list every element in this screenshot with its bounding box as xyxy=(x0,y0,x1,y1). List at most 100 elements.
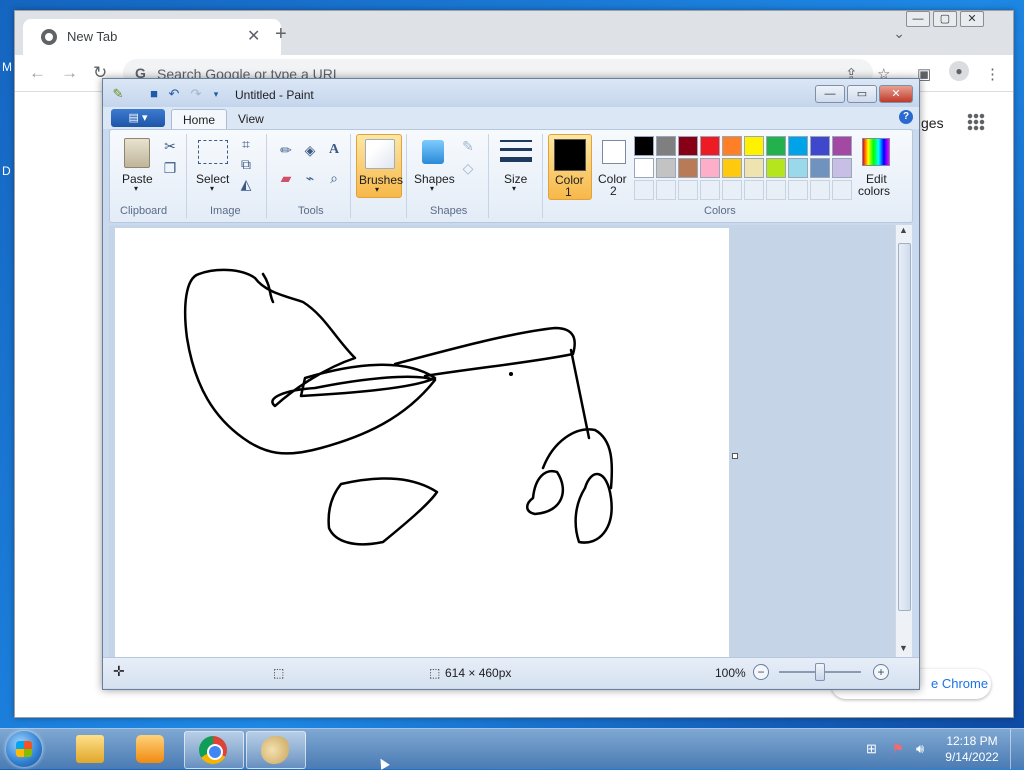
menu-dots-icon[interactable]: ⋮ xyxy=(985,65,1000,83)
paint-app-icon[interactable]: ✎ xyxy=(111,87,125,101)
magnifier-icon[interactable]: ⌕ xyxy=(326,170,342,186)
desktop-icon-fragment[interactable]: M xyxy=(2,60,12,74)
desktop-icon-fragment[interactable]: D xyxy=(2,164,11,178)
palette-custom-slot[interactable] xyxy=(832,180,852,200)
text-icon[interactable]: A xyxy=(326,142,342,158)
cut-icon[interactable]: ✂ xyxy=(162,138,178,154)
close-button[interactable]: ✕ xyxy=(960,11,984,27)
canvas-resize-handle[interactable] xyxy=(732,453,738,459)
zoom-slider-thumb[interactable] xyxy=(815,663,825,681)
new-tab-button[interactable]: + xyxy=(275,23,287,46)
paint-titlebar[interactable]: ✎ ■ ↶ ↷ ▾ Untitled - Paint — ▭ ✕ xyxy=(103,79,919,107)
palette-color-swatch[interactable] xyxy=(744,136,764,156)
forward-button[interactable]: → xyxy=(61,63,78,83)
tab-view[interactable]: View xyxy=(227,109,275,129)
palette-color-swatch[interactable] xyxy=(700,136,720,156)
palette-color-swatch[interactable] xyxy=(634,158,654,178)
action-center-icon[interactable]: ⚑ xyxy=(892,741,904,757)
palette-color-swatch[interactable] xyxy=(766,158,786,178)
start-button[interactable] xyxy=(6,731,42,767)
fill-style-icon[interactable]: ◇ xyxy=(460,160,476,176)
back-button[interactable]: ← xyxy=(29,63,46,83)
quick-access-dropdown-icon[interactable]: ▾ xyxy=(209,87,223,101)
minimize-button[interactable]: — xyxy=(906,11,930,27)
zoom-out-button[interactable]: − xyxy=(753,664,769,680)
taskbar-clock[interactable]: 12:18 PM 9/14/2022 xyxy=(942,733,1002,765)
rotate-icon[interactable]: ◭ xyxy=(238,176,254,192)
paint-close-button[interactable]: ✕ xyxy=(879,85,913,103)
palette-custom-slot[interactable] xyxy=(656,180,676,200)
color1-button[interactable]: Color 1 xyxy=(548,134,592,200)
palette-custom-slot[interactable] xyxy=(810,180,830,200)
pencil-icon[interactable]: ✏ xyxy=(278,142,294,158)
volume-icon[interactable]: 🔊︎ xyxy=(916,741,924,757)
customize-chrome-label: e Chrome xyxy=(931,676,989,691)
close-tab-icon[interactable]: ✕ xyxy=(247,26,260,46)
save-icon[interactable]: ■ xyxy=(147,87,161,101)
redo-icon[interactable]: ↷ xyxy=(189,87,203,101)
palette-color-swatch[interactable] xyxy=(788,136,808,156)
taskbar-explorer[interactable] xyxy=(62,731,120,767)
palette-custom-slot[interactable] xyxy=(766,180,786,200)
palette-color-swatch[interactable] xyxy=(744,158,764,178)
select-dropdown-icon: ▾ xyxy=(210,184,215,193)
shapes-button[interactable]: Shapes ▾ xyxy=(412,136,456,198)
crop-icon[interactable]: ⌗ xyxy=(238,136,254,152)
show-desktop-button[interactable] xyxy=(1010,729,1024,769)
paint-restore-button[interactable]: ▭ xyxy=(847,85,877,103)
palette-color-swatch[interactable] xyxy=(832,158,852,178)
palette-color-swatch[interactable] xyxy=(700,158,720,178)
palette-color-swatch[interactable] xyxy=(810,158,830,178)
palette-custom-slot[interactable] xyxy=(700,180,720,200)
vertical-scrollbar[interactable]: ▲ ▼ xyxy=(895,225,912,657)
palette-color-swatch[interactable] xyxy=(832,136,852,156)
palette-color-swatch[interactable] xyxy=(788,158,808,178)
palette-color-swatch[interactable] xyxy=(810,136,830,156)
palette-color-swatch[interactable] xyxy=(678,158,698,178)
paint-file-menu-button[interactable]: ▤ ▾ xyxy=(111,109,165,127)
maximize-button[interactable]: ▢ xyxy=(933,11,957,27)
copy-icon[interactable]: ❐ xyxy=(162,160,178,176)
outline-icon[interactable]: ✎ xyxy=(460,138,476,154)
google-apps-icon[interactable] xyxy=(967,113,985,131)
palette-color-swatch[interactable] xyxy=(722,158,742,178)
palette-custom-slot[interactable] xyxy=(678,180,698,200)
tab-new-tab[interactable]: New Tab ✕ xyxy=(23,19,281,55)
fill-icon[interactable]: ◈ xyxy=(302,142,318,158)
scroll-down-icon[interactable]: ▼ xyxy=(899,643,908,653)
paint-minimize-button[interactable]: — xyxy=(815,85,845,103)
palette-custom-slot[interactable] xyxy=(634,180,654,200)
taskbar-chrome[interactable] xyxy=(184,731,244,769)
palette-color-swatch[interactable] xyxy=(722,136,742,156)
paste-button[interactable]: Paste ▾ xyxy=(118,136,156,198)
network-icon[interactable]: ⊞ xyxy=(866,741,877,757)
drawing-canvas[interactable] xyxy=(115,228,729,660)
scrollbar-thumb[interactable] xyxy=(898,243,911,611)
size-button[interactable]: Size ▾ xyxy=(496,136,536,198)
brushes-button[interactable]: Brushes ▾ xyxy=(356,134,403,198)
edit-colors-button[interactable]: Edit colors xyxy=(852,136,900,198)
images-link[interactable]: ges xyxy=(921,115,944,131)
zoom-in-button[interactable]: + xyxy=(873,664,889,680)
palette-custom-slot[interactable] xyxy=(722,180,742,200)
resize-icon[interactable]: ⧉ xyxy=(238,156,254,172)
color2-button[interactable]: Color 2 xyxy=(594,136,634,198)
undo-icon[interactable]: ↶ xyxy=(167,87,181,101)
color-picker-icon[interactable]: ⌁ xyxy=(302,170,318,186)
profile-avatar-icon[interactable]: ● xyxy=(949,61,969,81)
palette-color-swatch[interactable] xyxy=(634,136,654,156)
palette-color-swatch[interactable] xyxy=(656,136,676,156)
help-icon[interactable]: ? xyxy=(899,110,913,124)
palette-color-swatch[interactable] xyxy=(656,158,676,178)
palette-color-swatch[interactable] xyxy=(678,136,698,156)
palette-custom-slot[interactable] xyxy=(788,180,808,200)
palette-color-swatch[interactable] xyxy=(766,136,786,156)
tab-home[interactable]: Home xyxy=(171,109,228,130)
scroll-up-icon[interactable]: ▲ xyxy=(899,225,908,235)
select-button[interactable]: Select ▾ xyxy=(192,136,232,198)
taskbar-media-player[interactable] xyxy=(122,731,180,767)
palette-custom-slot[interactable] xyxy=(744,180,764,200)
taskbar-paint[interactable] xyxy=(246,731,306,769)
drawing-dot xyxy=(508,371,514,377)
eraser-icon[interactable]: ▰ xyxy=(278,170,294,186)
